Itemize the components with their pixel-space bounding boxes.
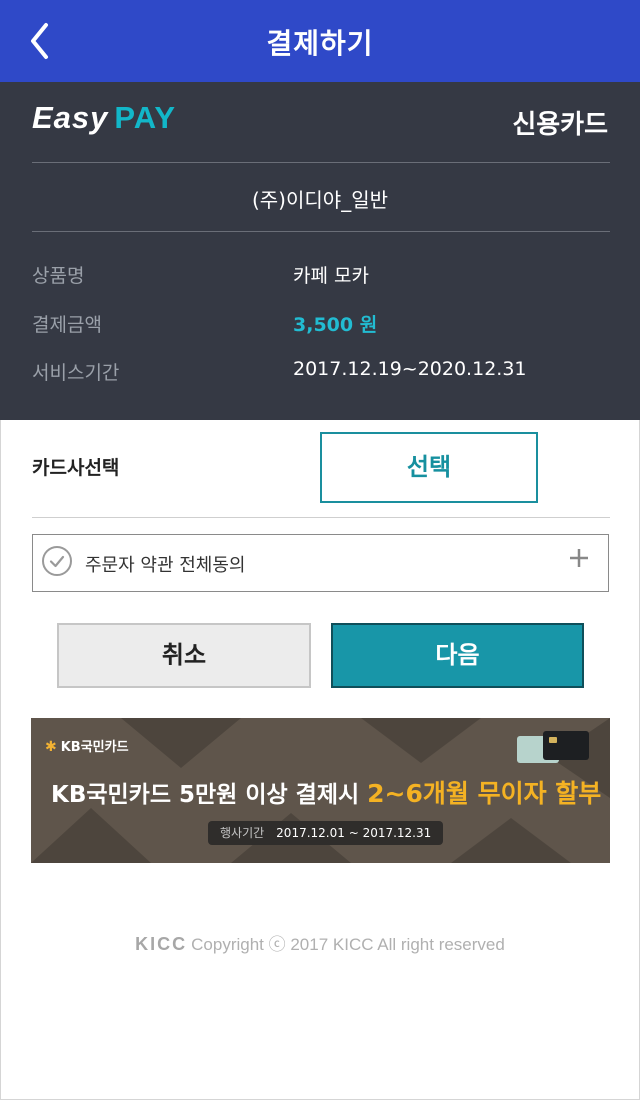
amount-value: 3,500 원 xyxy=(293,314,378,336)
select-card-button[interactable]: 선택 xyxy=(320,432,538,503)
footer: KICC Copyright ⓒ 2017 KICC All right rese… xyxy=(0,930,640,955)
panel-divider xyxy=(32,162,610,163)
event-period-value: 2017.12.01 ~ 2017.12.31 xyxy=(276,826,432,840)
info-row-service-period: 서비스기간 2017.12.19~2020.12.31 xyxy=(32,358,610,388)
kb-star-icon: ✱ xyxy=(45,739,57,755)
check-circle-icon[interactable] xyxy=(41,545,73,577)
banner-headline-highlight: 2~6개월 무이자 할부 xyxy=(367,779,602,808)
page-title: 결제하기 xyxy=(266,27,374,60)
next-button[interactable]: 다음 xyxy=(331,623,584,688)
payment-type-label: 신용카드 xyxy=(512,110,608,140)
product-label: 상품명 xyxy=(32,265,85,287)
info-row-amount: 결제금액 3,500 원 xyxy=(32,310,610,340)
amount-label: 결제금액 xyxy=(32,314,102,336)
section-divider xyxy=(32,517,610,518)
event-period-pill: 행사기간 2017.12.01 ~ 2017.12.31 xyxy=(208,821,444,845)
info-row-product: 상품명 카페 모카 xyxy=(32,261,610,291)
banner-headline-text: KB국민카드 5만원 이상 결제시 xyxy=(51,782,368,808)
logo-easy-text: Easy xyxy=(32,100,109,135)
plus-icon[interactable] xyxy=(568,547,590,569)
kicc-logo: KICC xyxy=(135,934,188,954)
event-period-label: 행사기간 xyxy=(220,826,265,840)
product-value: 카페 모카 xyxy=(293,265,369,287)
credit-card-image xyxy=(517,731,589,763)
payment-info-panel: Easy PAY 신용카드 (주)이디야_일반 상품명 카페 모카 결제금액 3,… xyxy=(0,82,640,420)
kb-card-promo-banner[interactable]: ✱ KB국민카드 KB국민카드 5만원 이상 결제시 2~6개월 무이자 할부 행… xyxy=(31,718,610,863)
easypay-logo: Easy PAY xyxy=(32,100,176,136)
terms-agreement-label: 주문자 약관 전체동의 xyxy=(85,555,246,576)
merchant-name: (주)이디야_일반 xyxy=(251,188,388,212)
service-period-value: 2017.12.19~2020.12.31 xyxy=(293,358,527,380)
logo-pay-text: PAY xyxy=(114,100,177,135)
panel-divider xyxy=(32,231,610,232)
terms-agreement-row[interactable]: 주문자 약관 전체동의 xyxy=(32,534,609,592)
service-period-label: 서비스기간 xyxy=(32,362,120,384)
cancel-button[interactable]: 취소 xyxy=(57,623,311,688)
banner-headline: KB국민카드 5만원 이상 결제시 2~6개월 무이자 할부 xyxy=(51,774,601,810)
copyright-text: Copyright ⓒ 2017 KICC All right reserved xyxy=(191,935,505,954)
card-company-label: 카드사선택 xyxy=(32,457,120,479)
kb-card-logo: ✱ KB국민카드 xyxy=(45,736,129,755)
kb-brand-text: KB국민카드 xyxy=(60,740,129,755)
top-app-bar: 결제하기 xyxy=(0,0,640,82)
